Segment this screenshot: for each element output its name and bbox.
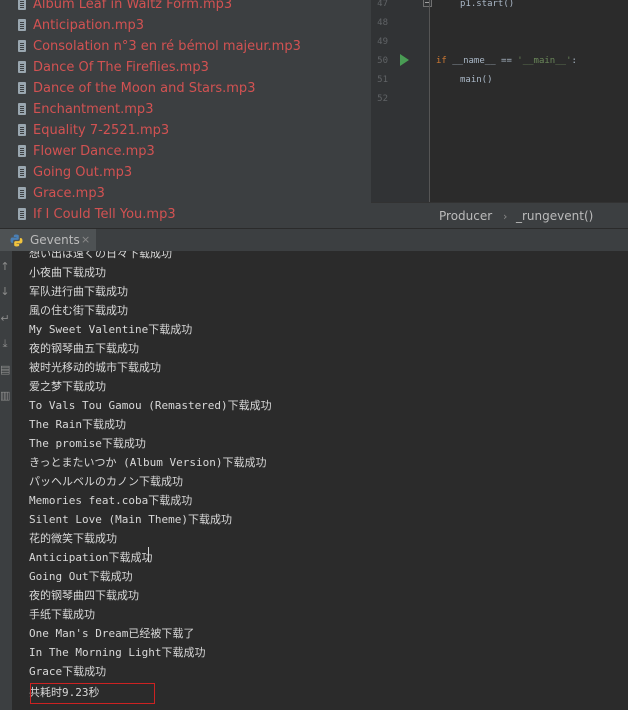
tab-gevents[interactable]: Gevents × bbox=[0, 229, 96, 252]
file-item-flower-dance[interactable]: Flower Dance.mp3 bbox=[0, 142, 371, 163]
file-item-going-out[interactable]: Going Out.mp3 bbox=[0, 163, 371, 184]
console-line: 夜的钢琴曲五下载成功 bbox=[29, 342, 139, 355]
breadcrumb-item-rungevent[interactable]: _rungevent() bbox=[516, 209, 593, 223]
close-icon[interactable]: × bbox=[81, 233, 90, 246]
highlight-annotation-box bbox=[30, 683, 155, 704]
audio-file-icon bbox=[18, 103, 26, 115]
console-line: 夜的钢琴曲四下载成功 bbox=[29, 589, 139, 602]
console-toolbar: ↑ ↓ ↵ ⤓ ▤ ▥ bbox=[0, 251, 12, 710]
code-line-50: if __name__ == '__main__': bbox=[436, 56, 577, 66]
file-name: Anticipation.mp3 bbox=[33, 18, 145, 33]
code-text: : bbox=[571, 56, 577, 66]
file-name: Album Leaf in Waltz Form.mp3 bbox=[33, 0, 233, 12]
file-item-dance-fireflies[interactable]: Dance Of The Fireflies.mp3 bbox=[0, 58, 371, 79]
line-number: 48 bbox=[377, 18, 388, 28]
audio-file-icon bbox=[18, 82, 26, 94]
console-line: Silent Love (Main Theme)下载成功 bbox=[29, 513, 232, 526]
audio-file-icon bbox=[18, 61, 26, 73]
console-line: To Vals Tou Gamou (Remastered)下载成功 bbox=[29, 399, 272, 412]
file-item-grace[interactable]: Grace.mp3 bbox=[0, 184, 371, 205]
line-number: 50 bbox=[377, 56, 388, 66]
file-item-dance-moon[interactable]: Dance of the Moon and Stars.mp3 bbox=[0, 79, 371, 100]
console-line: 小夜曲下载成功 bbox=[29, 266, 106, 279]
console-line: The promise下载成功 bbox=[29, 437, 146, 450]
file-name: Dance of the Moon and Stars.mp3 bbox=[33, 81, 256, 96]
console-line: In The Morning Light下载成功 bbox=[29, 646, 206, 659]
console-line: Anticipation下载成功 bbox=[29, 551, 153, 564]
tab-label: Gevents bbox=[30, 233, 80, 247]
file-item-equality[interactable]: Equality 7-2521.mp3 bbox=[0, 121, 371, 142]
arrow-down-icon[interactable]: ↓ bbox=[0, 285, 10, 299]
audio-file-icon bbox=[18, 145, 26, 157]
print-icon[interactable]: ▤ bbox=[0, 363, 10, 377]
breadcrumb-separator: › bbox=[503, 210, 508, 223]
editor-gutter: 47 48 49 50 51 52 bbox=[371, 0, 432, 202]
console-line: 被时光移动的城市下载成功 bbox=[29, 361, 161, 374]
code-editor[interactable]: 47 48 49 50 51 52 p1.start() if __name__… bbox=[371, 0, 628, 202]
run-tool-window-header: Gevents × bbox=[0, 228, 628, 252]
audio-file-icon bbox=[18, 166, 26, 178]
arrow-up-icon[interactable]: ↑ bbox=[0, 260, 10, 274]
gutter-divider bbox=[429, 0, 430, 202]
code-string: '__main__' bbox=[517, 56, 572, 66]
project-tree: Album Leaf in Waltz Form.mp3 Anticipatio… bbox=[0, 0, 371, 228]
fold-icon[interactable] bbox=[423, 0, 432, 7]
console-line: 風の住む街下载成功 bbox=[29, 304, 128, 317]
file-name: Equality 7-2521.mp3 bbox=[33, 123, 170, 138]
audio-file-icon bbox=[18, 0, 26, 10]
console-line: 想い出は遠くの日々下载成功 bbox=[29, 251, 172, 260]
text-caret bbox=[148, 547, 149, 562]
soft-wrap-icon[interactable]: ↵ bbox=[0, 312, 10, 326]
console-line: 军队进行曲下载成功 bbox=[29, 285, 128, 298]
run-gutter-icon[interactable] bbox=[400, 54, 409, 66]
audio-file-icon bbox=[18, 208, 26, 220]
console-line: きっとまたいつか (Album Version)下载成功 bbox=[29, 456, 267, 469]
python-icon bbox=[10, 234, 23, 247]
console-line: 手纸下载成功 bbox=[29, 608, 95, 621]
code-text: __name__ == bbox=[446, 56, 518, 66]
console-line: 花的微笑下载成功 bbox=[29, 532, 117, 545]
file-name: Flower Dance.mp3 bbox=[33, 144, 155, 159]
console-line: One Man's Dream已经被下载了 bbox=[29, 627, 195, 640]
audio-file-icon bbox=[18, 19, 26, 31]
file-name: If I Could Tell You.mp3 bbox=[33, 207, 176, 222]
file-item-consolation[interactable]: Consolation n°3 en ré bémol majeur.mp3 bbox=[0, 37, 371, 58]
audio-file-icon bbox=[18, 40, 26, 52]
line-number: 49 bbox=[377, 37, 388, 47]
file-item-enchantment[interactable]: Enchantment.mp3 bbox=[0, 100, 371, 121]
ide-window: Album Leaf in Waltz Form.mp3 Anticipatio… bbox=[0, 0, 628, 710]
scroll-to-end-icon[interactable]: ⤓ bbox=[0, 337, 10, 351]
file-name: Enchantment.mp3 bbox=[33, 102, 154, 117]
trash-icon[interactable]: ▥ bbox=[0, 389, 10, 403]
console-line: Grace下载成功 bbox=[29, 665, 107, 678]
file-name: Consolation n°3 en ré bémol majeur.mp3 bbox=[33, 39, 301, 54]
console-line: パッヘルベルのカノン下载成功 bbox=[29, 475, 183, 488]
line-number: 52 bbox=[377, 94, 388, 104]
breadcrumb-item-producer[interactable]: Producer bbox=[439, 209, 492, 223]
audio-file-icon bbox=[18, 187, 26, 199]
console-line: 爱之梦下载成功 bbox=[29, 380, 106, 393]
code-line-47: p1.start() bbox=[460, 0, 515, 9]
line-number: 51 bbox=[377, 75, 388, 85]
file-name: Grace.mp3 bbox=[33, 186, 105, 201]
console-line: My Sweet Valentine下载成功 bbox=[29, 323, 193, 336]
code-keyword: if bbox=[436, 56, 447, 66]
console-output[interactable]: 想い出は遠くの日々下载成功 小夜曲下载成功 军队进行曲下载成功 風の住む街下载成… bbox=[12, 251, 628, 710]
file-item-if-i-could[interactable]: If I Could Tell You.mp3 bbox=[0, 205, 371, 226]
console-line: The Rain下载成功 bbox=[29, 418, 126, 431]
console-line: Memories feat.coba下载成功 bbox=[29, 494, 193, 507]
file-item-album-leaf[interactable]: Album Leaf in Waltz Form.mp3 bbox=[0, 0, 371, 16]
file-name: Going Out.mp3 bbox=[33, 165, 133, 180]
audio-file-icon bbox=[18, 124, 26, 136]
line-number: 47 bbox=[377, 0, 388, 9]
breadcrumb: Producer › _rungevent() bbox=[371, 202, 628, 228]
code-line-51: main() bbox=[460, 75, 493, 85]
console-line: Going Out下载成功 bbox=[29, 570, 133, 583]
file-name: Dance Of The Fireflies.mp3 bbox=[33, 60, 209, 75]
file-item-anticipation[interactable]: Anticipation.mp3 bbox=[0, 16, 371, 37]
